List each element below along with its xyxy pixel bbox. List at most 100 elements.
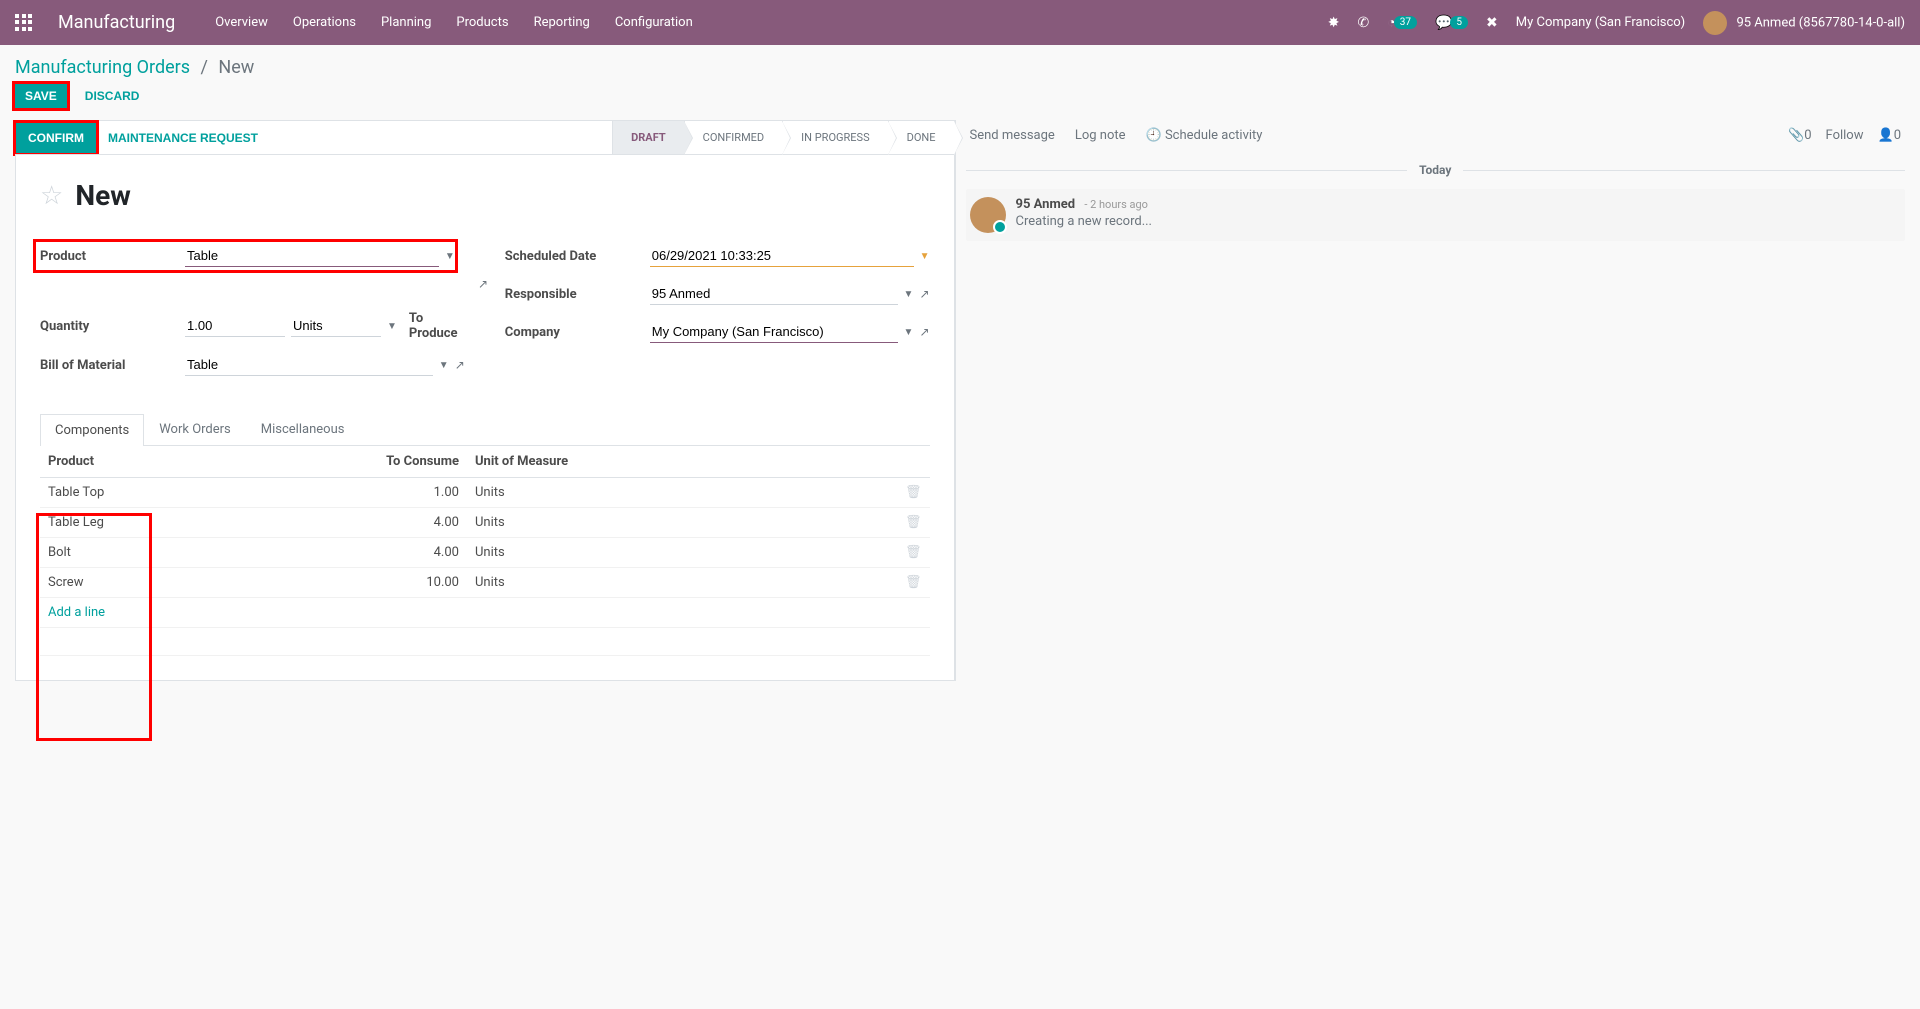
breadcrumb-root[interactable]: Manufacturing Orders <box>15 57 190 78</box>
company-selector[interactable]: My Company (San Francisco) <box>1516 15 1685 30</box>
tools-icon[interactable]: ✖ <box>1486 15 1498 31</box>
chevron-down-icon[interactable]: ▼ <box>904 289 914 300</box>
tabs: Components Work Orders Miscellaneous <box>40 413 930 446</box>
nav-right: ✸ ✆ ◔ 37 💬 5 ✖ My Company (San Francisco… <box>1328 11 1905 35</box>
col-to-consume: To Consume <box>317 446 467 478</box>
table-row[interactable]: Table Top1.00Units 🗑 <box>40 478 930 508</box>
cell-uom[interactable]: Units <box>467 568 897 598</box>
message-time: - 2 hours ago <box>1084 198 1148 211</box>
bom-input[interactable] <box>185 354 433 376</box>
quantity-label: Quantity <box>40 319 185 334</box>
table-row[interactable]: Table Leg4.00Units 🗑 <box>40 508 930 538</box>
log-note-button[interactable]: Log note <box>1075 128 1126 143</box>
scheduled-date-input[interactable] <box>650 245 914 267</box>
add-line-link[interactable]: Add a line <box>48 605 105 620</box>
external-link-icon[interactable]: ↗ <box>455 358 465 372</box>
cell-uom[interactable]: Units <box>467 478 897 508</box>
followers-count[interactable]: 👤0 <box>1878 128 1902 143</box>
quantity-input[interactable] <box>185 315 285 337</box>
chevron-down-icon[interactable]: ▼ <box>439 360 449 371</box>
message-text: Creating a new record... <box>1016 214 1153 229</box>
nav-menu: Overview Operations Planning Products Re… <box>215 15 693 30</box>
user-menu[interactable]: 95 Anmed (8567780-14-0-all) <box>1703 11 1905 35</box>
trash-icon[interactable]: 🗑 <box>905 575 922 590</box>
tab-miscellaneous[interactable]: Miscellaneous <box>246 413 360 445</box>
status-confirmed[interactable]: CONFIRMED <box>684 121 783 154</box>
clock-badge[interactable]: ◔ 37 <box>1387 14 1417 31</box>
status-done[interactable]: DONE <box>888 121 954 154</box>
cell-product[interactable]: Table Top <box>40 478 317 508</box>
cell-delete[interactable]: 🗑 <box>897 568 930 598</box>
cell-qty[interactable]: 4.00 <box>317 508 467 538</box>
breadcrumb-current: New <box>218 57 254 78</box>
discard-button[interactable]: DISCARD <box>75 84 150 108</box>
page-title: New <box>75 179 130 212</box>
favorite-star-icon[interactable]: ☆ <box>40 181 63 211</box>
uom-input[interactable] <box>291 315 381 337</box>
to-produce-label: To Produce <box>409 311 465 341</box>
cell-qty[interactable]: 10.00 <box>317 568 467 598</box>
nav-operations[interactable]: Operations <box>293 15 356 30</box>
table-row[interactable]: Bolt4.00Units 🗑 <box>40 538 930 568</box>
trash-icon[interactable]: 🗑 <box>905 545 922 560</box>
maintenance-request-button[interactable]: MAINTENANCE REQUEST <box>96 123 270 153</box>
chatter: Send message Log note 🕘 Schedule activit… <box>955 120 1906 681</box>
responsible-label: Responsible <box>505 287 650 302</box>
external-link-icon[interactable]: ↗ <box>919 287 929 301</box>
cell-qty[interactable]: 1.00 <box>317 478 467 508</box>
bug-icon[interactable]: ✸ <box>1328 15 1340 31</box>
cell-uom[interactable]: Units <box>467 538 897 568</box>
form-actions: SAVE DISCARD <box>15 84 1905 108</box>
chat-badge[interactable]: 💬 5 <box>1435 15 1468 31</box>
schedule-activity-button[interactable]: 🕘 Schedule activity <box>1146 128 1263 143</box>
nav-overview[interactable]: Overview <box>215 15 268 30</box>
status-in-progress[interactable]: IN PROGRESS <box>782 121 887 154</box>
person-icon: 👤 <box>1878 128 1894 143</box>
follow-button[interactable]: Follow <box>1826 128 1864 143</box>
nav-products[interactable]: Products <box>456 15 508 30</box>
nav-configuration[interactable]: Configuration <box>615 15 693 30</box>
app-brand[interactable]: Manufacturing <box>58 12 175 33</box>
avatar-icon <box>1703 11 1727 35</box>
external-link-icon[interactable]: ↗ <box>919 325 929 339</box>
cell-qty[interactable]: 4.00 <box>317 538 467 568</box>
chevron-down-icon[interactable]: ▼ <box>445 251 455 262</box>
cell-delete[interactable]: 🗑 <box>897 508 930 538</box>
product-input[interactable] <box>185 245 439 267</box>
scheduled-date-label: Scheduled Date <box>505 249 650 264</box>
col-actions <box>897 446 930 478</box>
trash-icon[interactable]: 🗑 <box>905 485 922 500</box>
message-author[interactable]: 95 Anmed <box>1016 197 1076 212</box>
status-draft[interactable]: DRAFT <box>612 121 684 154</box>
save-button[interactable]: SAVE <box>15 84 67 108</box>
cell-uom[interactable]: Units <box>467 508 897 538</box>
trash-icon[interactable]: 🗑 <box>905 515 922 530</box>
workflow-bar: CONFIRM MAINTENANCE REQUEST DRAFT CONFIR… <box>15 120 955 154</box>
chevron-down-icon[interactable]: ▼ <box>920 251 930 262</box>
chevron-down-icon[interactable]: ▼ <box>904 327 914 338</box>
product-label: Product <box>40 249 185 264</box>
company-label: Company <box>505 325 650 340</box>
send-message-button[interactable]: Send message <box>970 128 1055 143</box>
confirm-button[interactable]: CONFIRM <box>16 123 96 153</box>
clock-icon: 🕘 <box>1146 128 1162 143</box>
nav-planning[interactable]: Planning <box>381 15 431 30</box>
table-row[interactable]: Screw10.00Units 🗑 <box>40 568 930 598</box>
nav-reporting[interactable]: Reporting <box>534 15 590 30</box>
cell-delete[interactable]: 🗑 <box>897 538 930 568</box>
statusbar: DRAFT CONFIRMED IN PROGRESS DONE <box>612 121 953 154</box>
apps-icon[interactable] <box>15 14 33 32</box>
company-input[interactable] <box>650 321 898 343</box>
responsible-input[interactable] <box>650 283 898 305</box>
cell-product[interactable]: Bolt <box>40 538 317 568</box>
phone-icon[interactable]: ✆ <box>1358 15 1370 31</box>
breadcrumb: Manufacturing Orders / New <box>15 45 1905 84</box>
cell-product[interactable]: Screw <box>40 568 317 598</box>
cell-delete[interactable]: 🗑 <box>897 478 930 508</box>
chevron-down-icon[interactable]: ▼ <box>387 321 397 332</box>
cell-product[interactable]: Table Leg <box>40 508 317 538</box>
tab-work-orders[interactable]: Work Orders <box>144 413 246 445</box>
attachments-count[interactable]: 📎0 <box>1788 128 1812 143</box>
tab-components[interactable]: Components <box>40 414 144 446</box>
external-link-icon[interactable]: ↗ <box>478 277 488 291</box>
